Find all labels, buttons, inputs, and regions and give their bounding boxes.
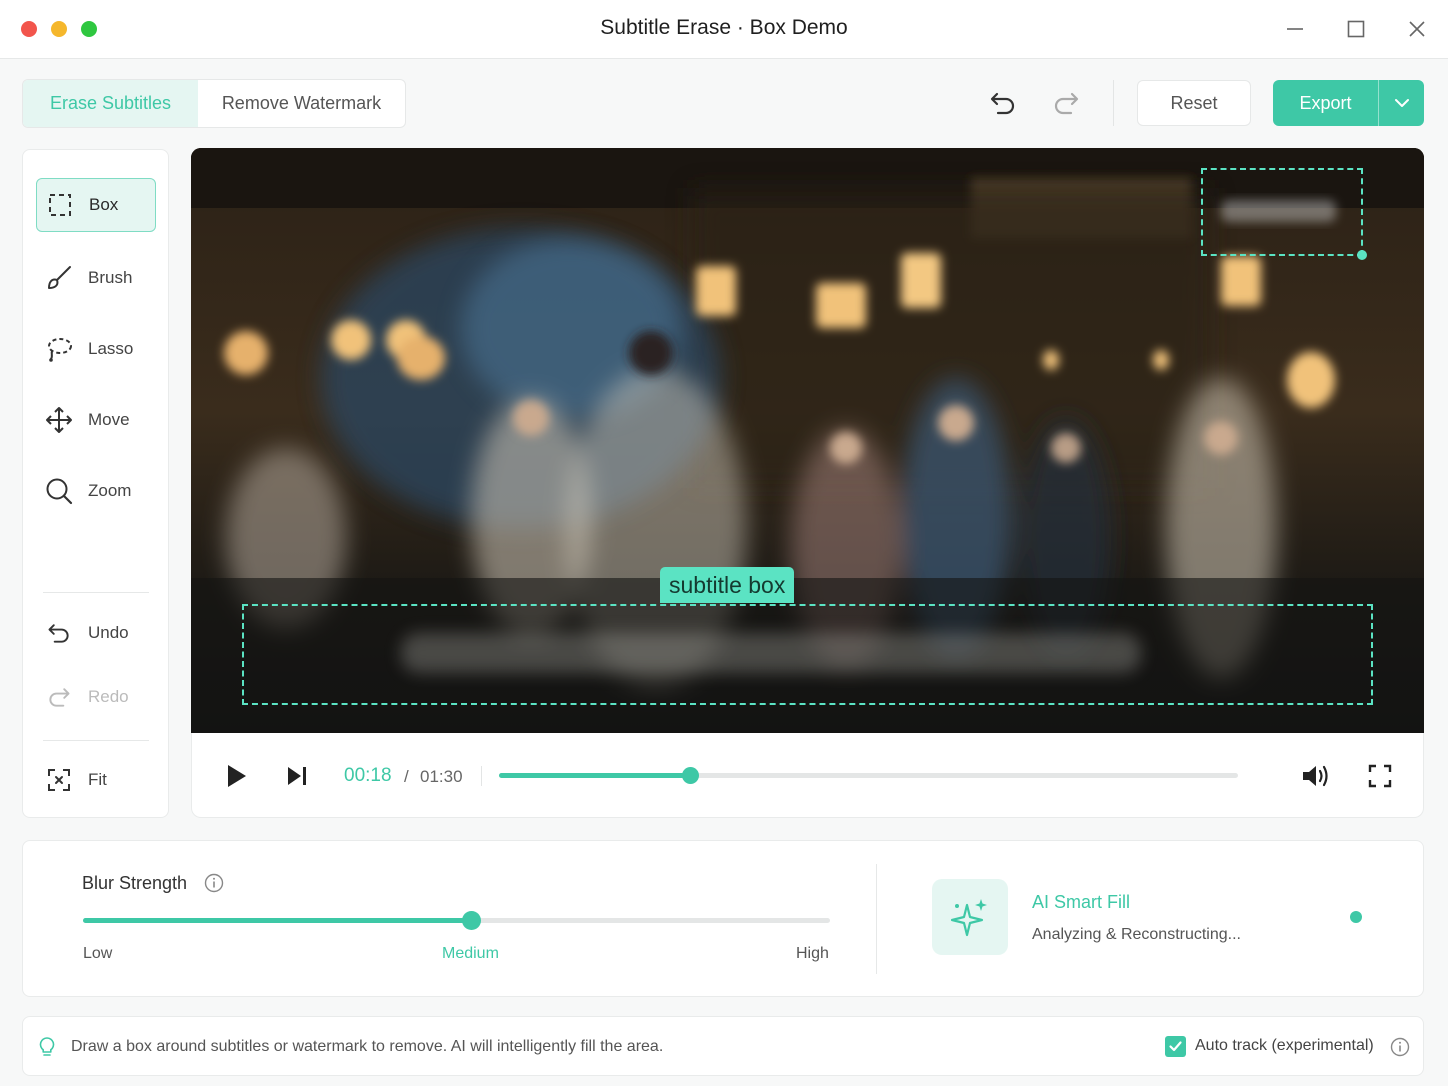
player-controls: 00:18 / 01:30 [191, 733, 1424, 818]
blur-strength-slider[interactable] [83, 911, 830, 930]
tool-lasso[interactable]: Lasso [36, 322, 156, 376]
current-time: 00:18 [344, 765, 392, 786]
status-indicator [1350, 911, 1362, 923]
title-bar: Subtitle Erase · Box Demo [0, 0, 1448, 59]
total-time: 01:30 [420, 767, 463, 786]
fullscreen-icon[interactable] [1365, 761, 1395, 791]
info-icon[interactable] [1390, 1037, 1410, 1057]
maximize-icon[interactable] [1341, 14, 1371, 44]
chevron-down-icon[interactable] [1379, 80, 1424, 126]
tool-move-label: Move [88, 410, 130, 429]
tool-zoom-label: Zoom [88, 481, 132, 500]
tool-undo[interactable]: Undo [36, 606, 156, 660]
video-preview[interactable]: subtitle box [191, 148, 1424, 733]
window-title: Subtitle Erase · Box Demo [600, 16, 848, 39]
player-divider [481, 766, 482, 786]
ai-smart-fill-title: AI Smart Fill [1032, 892, 1131, 912]
blur-strength-fill [83, 918, 472, 923]
tool-brush[interactable]: Brush [36, 251, 156, 305]
tool-brush-label: Brush [88, 268, 133, 287]
hint-text: Draw a box around subtitles or watermark… [71, 1038, 664, 1055]
tool-panel: Box Brush Lasso Move Zoom Undo Redo Fit [22, 149, 169, 818]
mode-tabs: Erase Subtitles Remove Watermark [22, 79, 406, 128]
reset-button[interactable]: Reset [1137, 80, 1251, 126]
export-button[interactable]: Export [1273, 80, 1424, 126]
close-icon[interactable] [1402, 14, 1432, 44]
seek-progress [499, 773, 690, 778]
time-separator: / [404, 767, 409, 786]
tool-undo-label: Undo [88, 623, 129, 642]
undo-icon[interactable] [986, 86, 1020, 120]
resize-handle[interactable] [1357, 250, 1367, 260]
subtitle-selection-box[interactable] [242, 604, 1373, 705]
box-select-icon [45, 190, 75, 220]
tab-erase-subtitles[interactable]: Erase Subtitles [23, 80, 198, 127]
toolbar-divider [1113, 80, 1114, 126]
seek-handle[interactable] [681, 767, 699, 784]
tool-box[interactable]: Box [36, 178, 156, 232]
blur-strength-label: Blur Strength [82, 873, 188, 893]
info-icon[interactable] [204, 873, 224, 893]
redo-icon[interactable] [1049, 86, 1083, 120]
tool-move[interactable]: Move [36, 393, 156, 447]
hint-bar: Draw a box around subtitles or watermark… [22, 1016, 1424, 1076]
tools-divider [43, 592, 149, 593]
tool-lasso-label: Lasso [88, 339, 134, 358]
export-label[interactable]: Export [1273, 80, 1379, 126]
redo-icon [44, 682, 74, 712]
auto-track-checkbox[interactable] [1165, 1036, 1186, 1057]
tool-fit[interactable]: Fit [36, 753, 156, 807]
brush-icon [44, 263, 74, 293]
auto-track-label[interactable]: Auto track (experimental) [1195, 1037, 1374, 1055]
watermark-selection-box[interactable] [1201, 168, 1367, 260]
blur-medium-label: Medium [442, 945, 499, 962]
play-icon[interactable] [221, 761, 251, 791]
lightbulb-icon [37, 1036, 57, 1058]
ai-sparkle-icon [932, 879, 1008, 955]
zoom-icon [44, 476, 74, 506]
settings-divider [876, 864, 877, 974]
minimize-icon[interactable] [1280, 14, 1310, 44]
volume-icon[interactable] [1301, 761, 1331, 791]
subtitle-box-tag: subtitle box [660, 567, 795, 603]
fit-screen-icon [44, 765, 74, 795]
lasso-icon [44, 334, 74, 364]
tool-redo[interactable]: Redo [36, 670, 156, 724]
tab-remove-watermark[interactable]: Remove Watermark [198, 80, 405, 127]
blur-strength-handle[interactable] [462, 911, 482, 930]
settings-panel: Blur Strength Low Medium High AI Smart F… [22, 840, 1424, 997]
ai-smart-fill-status: Analyzing & Reconstructing... [1032, 926, 1241, 943]
next-frame-icon[interactable] [282, 761, 312, 791]
tools-divider [43, 740, 149, 741]
blur-high-label: High [796, 945, 829, 962]
tool-zoom[interactable]: Zoom [36, 464, 156, 518]
undo-icon [44, 618, 74, 648]
tool-redo-label: Redo [88, 687, 129, 706]
seek-bar[interactable] [499, 767, 1238, 784]
move-icon [44, 405, 74, 435]
tool-fit-label: Fit [88, 770, 107, 789]
tool-box-label: Box [89, 195, 119, 214]
blur-low-label: Low [83, 945, 113, 962]
